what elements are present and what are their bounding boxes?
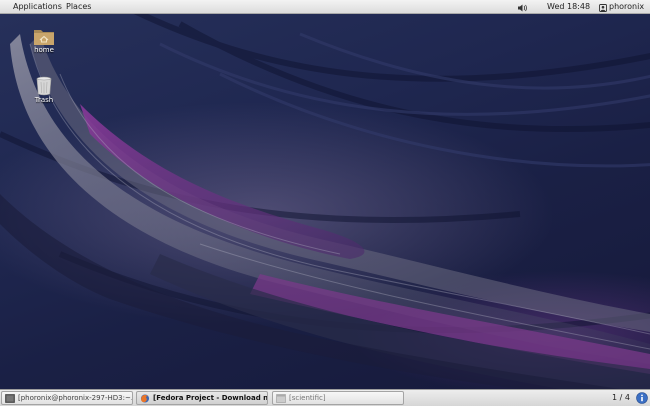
bottom-panel: [phoronix@phoronix-297-HD3:~... [Fedora … (0, 389, 650, 406)
firefox-icon (140, 394, 150, 403)
window-icon (276, 394, 286, 403)
desktop[interactable]: home Trash (0, 14, 650, 389)
user-icon[interactable] (599, 3, 607, 12)
taskbar-button-label: [scientific] (289, 394, 326, 402)
terminal-icon (5, 394, 15, 403)
folder-home-icon (34, 30, 54, 45)
wallpaper (0, 14, 650, 389)
taskbar-button-firefox[interactable]: [Fedora Project - Download nex... (136, 391, 268, 405)
taskbar-button-terminal[interactable]: [phoronix@phoronix-297-HD3:~... (1, 391, 133, 405)
desktop-icon-label: home (34, 46, 54, 54)
places-menu[interactable]: Places (66, 0, 91, 14)
workspace-indicator[interactable]: 1 / 4 (612, 390, 630, 406)
desktop-icon-home[interactable]: home (24, 26, 64, 54)
desktop-icon-label: Trash (34, 96, 54, 104)
taskbar-button-scientific[interactable]: [scientific] (272, 391, 404, 405)
speaker-icon[interactable] (518, 3, 527, 12)
taskbar-button-label: [phoronix@phoronix-297-HD3:~... (18, 394, 133, 402)
info-icon[interactable] (636, 392, 648, 404)
trash-icon (36, 76, 52, 96)
applications-menu[interactable]: Applications (13, 0, 62, 14)
desktop-icon-trash[interactable]: Trash (24, 76, 64, 104)
clock[interactable]: Wed 18:48 (547, 0, 590, 14)
top-panel: Applications Places Wed 18:48 phoronix (0, 0, 650, 14)
taskbar-button-label: [Fedora Project - Download nex... (153, 394, 268, 402)
user-menu[interactable]: phoronix (609, 0, 644, 14)
